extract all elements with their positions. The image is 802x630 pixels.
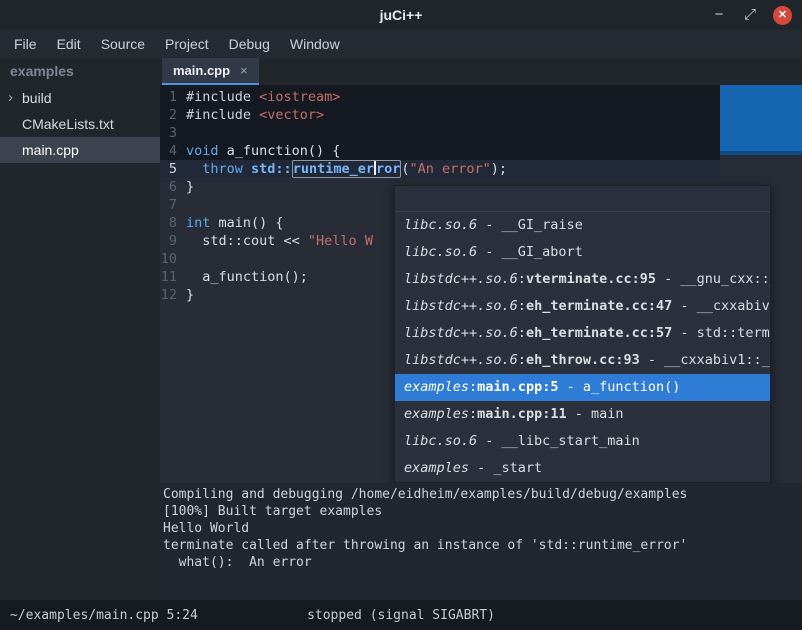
tree-item-label: CMakeLists.txt	[22, 111, 114, 137]
chevron-right-icon[interactable]: ›	[8, 85, 13, 110]
line-number: 1	[160, 88, 186, 106]
text-cursor	[374, 161, 376, 175]
file-tree-sidebar: examples › buildCMakeLists.txtmain.cpp	[0, 58, 160, 600]
code-line-text: void a_function() {	[186, 142, 340, 160]
console-line: Compiling and debugging /home/eidheim/ex…	[163, 486, 799, 503]
output-console: Compiling and debugging /home/eidheim/ex…	[160, 483, 802, 600]
console-line: [100%] Built target examples	[163, 503, 799, 520]
line-number: 5	[160, 160, 186, 178]
console-line: Hello World	[163, 520, 799, 537]
status-debug-state: stopped (signal SIGABRT)	[307, 608, 495, 623]
code-line-text: #include <iostream>	[186, 88, 340, 106]
backtrace-item-4[interactable]: libstdc++.so.6:eh_terminate.cc:57 - std:…	[395, 320, 770, 347]
maximize-button-icon[interactable]: ⤢	[742, 6, 758, 24]
menu-file[interactable]: File	[4, 30, 47, 58]
cursor-word-highlight: runtime_error	[292, 160, 402, 178]
tree-item-cmakelists-txt[interactable]: CMakeLists.txt	[0, 111, 160, 137]
code-line-text: }	[186, 178, 194, 196]
line-number: 11	[160, 268, 186, 286]
backtrace-item-7[interactable]: examples:main.cpp:11 - main	[395, 401, 770, 428]
line-number: 6	[160, 178, 186, 196]
backtrace-popup-header	[395, 186, 770, 212]
console-line: terminate called after throwing an insta…	[163, 537, 799, 554]
code-line-text: throw std::runtime_error("An error");	[186, 160, 507, 178]
line-number: 3	[160, 124, 186, 142]
menu-project[interactable]: Project	[155, 30, 219, 58]
project-name-header: examples	[0, 58, 160, 85]
backtrace-item-6[interactable]: examples:main.cpp:5 - a_function()	[395, 374, 770, 401]
menu-debug[interactable]: Debug	[219, 30, 280, 58]
backtrace-item-1[interactable]: libc.so.6 - __GI_abort	[395, 239, 770, 266]
main-body: examples ›buildCMakeLists.txtmain.cpp ma…	[0, 58, 802, 600]
backtrace-item-9[interactable]: examples - _start	[395, 455, 770, 482]
code-line-3[interactable]: 3	[160, 124, 720, 142]
backtrace-list: libc.so.6 - __GI_raiselibc.so.6 - __GI_a…	[395, 212, 770, 482]
menu-bar: FileEditSourceProjectDebugWindow	[0, 30, 802, 58]
file-tree: › buildCMakeLists.txtmain.cpp	[0, 85, 160, 163]
tab-main-cpp[interactable]: main.cpp ×	[162, 58, 259, 85]
line-number: 12	[160, 286, 186, 304]
code-line-text: int main() {	[186, 214, 284, 232]
code-editor[interactable]: 1#include <iostream>2#include <vector>34…	[160, 85, 802, 483]
tree-item-label: build	[22, 85, 52, 111]
tab-label: main.cpp	[173, 63, 230, 78]
menu-source[interactable]: Source	[91, 30, 155, 58]
minimize-button-icon[interactable]: −	[711, 6, 727, 24]
code-line-5[interactable]: 5 throw std::runtime_error("An error");	[160, 160, 720, 178]
status-file-position: ~/examples/main.cpp 5:24	[10, 608, 198, 623]
code-line-4[interactable]: 4void a_function() {	[160, 142, 720, 160]
tree-item-build[interactable]: › build	[0, 85, 160, 111]
backtrace-item-3[interactable]: libstdc++.so.6:eh_terminate.cc:47 - __cx…	[395, 293, 770, 320]
backtrace-popup: libc.so.6 - __GI_raiselibc.so.6 - __GI_a…	[394, 185, 771, 483]
backtrace-item-5[interactable]: libstdc++.so.6:eh_throw.cc:93 - __cxxabi…	[395, 347, 770, 374]
tab-close-icon[interactable]: ×	[240, 63, 248, 78]
tree-item-label: main.cpp	[22, 137, 79, 163]
line-number: 8	[160, 214, 186, 232]
menu-window[interactable]: Window	[280, 30, 350, 58]
overview-highlight	[720, 85, 802, 155]
line-number: 7	[160, 196, 186, 214]
backtrace-item-8[interactable]: libc.so.6 - __libc_start_main	[395, 428, 770, 455]
code-line-text: a_function();	[186, 268, 308, 286]
code-line-2[interactable]: 2#include <vector>	[160, 106, 720, 124]
status-bar: ~/examples/main.cpp 5:24 stopped (signal…	[0, 600, 802, 630]
backtrace-item-2[interactable]: libstdc++.so.6:vterminate.cc:95 - __gnu_…	[395, 266, 770, 293]
code-line-1[interactable]: 1#include <iostream>	[160, 88, 720, 106]
console-line: what(): An error	[163, 554, 799, 571]
menu-edit[interactable]: Edit	[47, 30, 91, 58]
tab-bar: main.cpp ×	[160, 58, 802, 85]
line-number: 9	[160, 232, 186, 250]
titlebar[interactable]: juCi++ − ⤢ ✕	[0, 0, 802, 30]
line-number: 2	[160, 106, 186, 124]
line-number: 4	[160, 142, 186, 160]
close-button-icon[interactable]: ✕	[773, 6, 792, 25]
code-line-text: std::cout << "Hello W	[186, 232, 373, 250]
window-title: juCi++	[0, 7, 802, 23]
tree-item-main-cpp[interactable]: main.cpp	[0, 137, 160, 163]
app-window: juCi++ − ⤢ ✕ FileEditSourceProjectDebugW…	[0, 0, 802, 630]
code-line-text: #include <vector>	[186, 106, 324, 124]
window-controls: − ⤢ ✕	[711, 6, 802, 25]
code-line-text: }	[186, 286, 194, 304]
line-number: 10	[160, 250, 186, 268]
editor-column: main.cpp × 1#include <iostream>2#include…	[160, 58, 802, 600]
backtrace-item-0[interactable]: libc.so.6 - __GI_raise	[395, 212, 770, 239]
